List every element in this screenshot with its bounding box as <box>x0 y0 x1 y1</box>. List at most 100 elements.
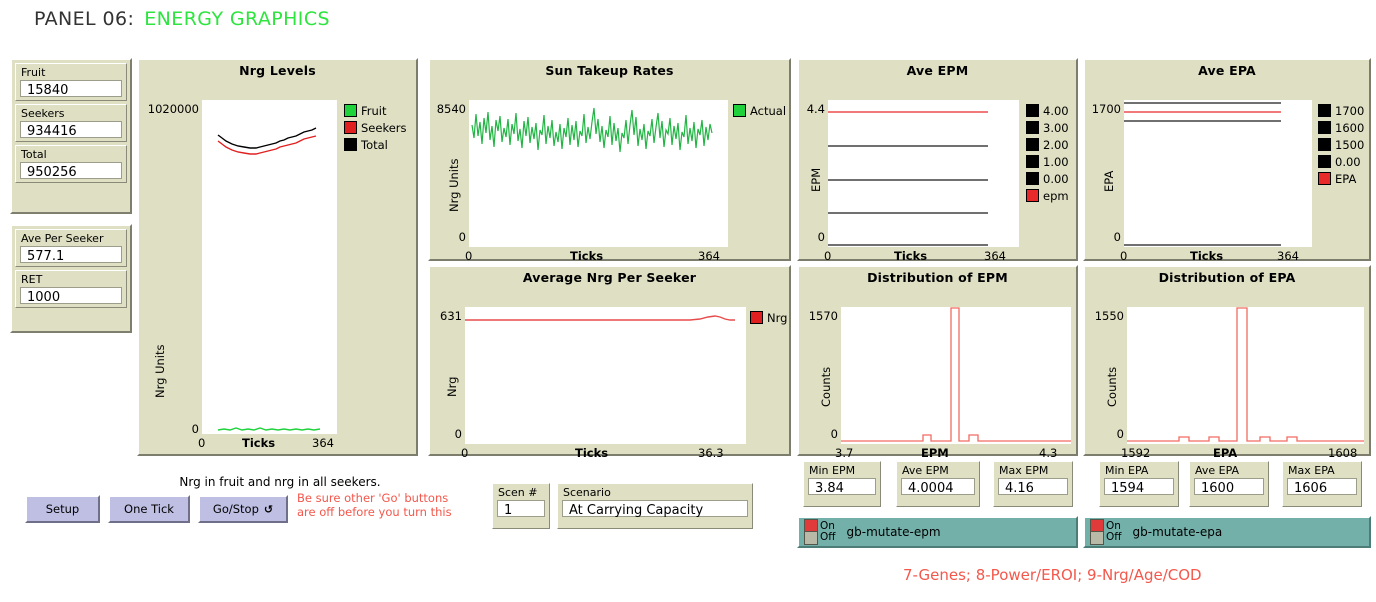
monitor-ave-per-seeker[interactable]: Ave Per Seeker 577.1 <box>15 229 127 267</box>
monitor-total[interactable]: Total 950256 <box>15 145 127 183</box>
monitor-max-epa[interactable]: Max EPA 1606 <box>1282 461 1362 507</box>
plot-nrg-levels[interactable]: Nrg Levels 1020000 0 Nrg Units Fruit See… <box>137 58 418 456</box>
monitor-ave-epa-label: Ave EPA <box>1195 464 1240 477</box>
plot-sun-takeup-title: Sun Takeup Rates <box>545 63 674 78</box>
monitor-total-value: 950256 <box>20 162 122 180</box>
plot-avg-nrg-ymin: 0 <box>454 427 462 441</box>
plot-sun-takeup-ymax: 8540 <box>436 102 466 116</box>
plot-ave-epm-title: Ave EPM <box>906 63 969 78</box>
legend-label: 1600 <box>1335 120 1365 135</box>
monitor-ave-epm[interactable]: Ave EPM 4.0004 <box>896 461 980 507</box>
legend-swatch-icon <box>1026 121 1039 134</box>
plot-sun-takeup-xmin: 0 <box>465 249 473 263</box>
switch-knob-icon[interactable] <box>804 519 818 545</box>
go-warning-line2: are off before you turn this <box>297 504 452 519</box>
plot-dist-epa-xmin: 1592 <box>1121 446 1151 460</box>
monitor-max-epm[interactable]: Max EPM 4.16 <box>993 461 1073 507</box>
legend-label: Total <box>361 137 388 152</box>
plot-nrg-levels-canvas <box>202 100 337 434</box>
switch-onoff-labels: On Off <box>820 520 836 544</box>
monitor-seekers-label: Seekers <box>21 107 65 120</box>
legend-label: Nrg <box>767 310 788 325</box>
page-title-accent: ENERGY GRAPHICS <box>144 8 330 30</box>
monitor-seekers[interactable]: Seekers 934416 <box>15 104 127 142</box>
plot-sun-takeup-ylabel: Nrg Units <box>447 158 461 213</box>
legend-item: Total <box>344 136 407 153</box>
monitor-ave-epa-value: 1600 <box>1194 478 1264 496</box>
monitor-ret-label: RET <box>21 273 43 286</box>
monitor-ave-per-seeker-value: 577.1 <box>20 246 122 264</box>
monitor-max-epa-label: Max EPA <box>1288 464 1335 477</box>
plot-avg-nrg-xmin: 0 <box>461 446 469 460</box>
legend-swatch-icon <box>1318 138 1331 151</box>
legend-label: Fruit <box>361 103 387 118</box>
monitor-seekers-value: 934416 <box>20 121 122 139</box>
legend-swatch-icon <box>750 311 763 324</box>
scenario-value: At Carrying Capacity <box>562 500 748 518</box>
switch-gb-mutate-epm[interactable]: On Off gb-mutate-epm <box>797 516 1078 548</box>
monitor-ave-epm-value: 4.0004 <box>901 478 975 496</box>
legend-item: 0.00 <box>1026 170 1069 187</box>
switch-knob-icon[interactable] <box>1090 519 1104 545</box>
plot-average-nrg-per-seeker[interactable]: Average Nrg Per Seeker 631 0 Nrg Nrg 0 T… <box>428 265 791 460</box>
plot-ave-epa-ymin: 0 <box>1113 230 1121 244</box>
legend-swatch-icon <box>1026 172 1039 185</box>
monitor-fruit-label: Fruit <box>21 66 46 79</box>
plot-sun-takeup-rates[interactable]: Sun Takeup Rates 8540 0 Nrg Units Actual… <box>428 58 791 263</box>
monitor-total-label: Total <box>21 148 47 161</box>
legend-swatch-icon <box>1026 138 1039 151</box>
go-stop-button[interactable]: Go/Stop ↺ <box>198 495 288 523</box>
monitor-fruit[interactable]: Fruit 15840 <box>15 63 127 101</box>
plot-avg-nrg-ymax: 631 <box>440 309 462 323</box>
monitor-ret[interactable]: RET 1000 <box>15 270 127 308</box>
monitor-max-epa-value: 1606 <box>1287 478 1357 496</box>
legend-swatch-icon <box>1026 104 1039 117</box>
one-tick-button-label: One Tick <box>124 502 174 516</box>
monitor-fruit-value: 15840 <box>20 80 122 98</box>
switch-name: gb-mutate-epa <box>1132 525 1223 539</box>
plot-ave-epa[interactable]: Ave EPA 1700 0 EPA 1700 1600 1500 0.00 E… <box>1083 58 1371 263</box>
plot-ave-epm[interactable]: Ave EPM 4.4 0 EPM 4.00 3.00 2.00 1.00 0.… <box>797 58 1078 263</box>
legend-item: Actual <box>733 102 786 119</box>
plot-ave-epa-title: Ave EPA <box>1198 63 1256 78</box>
legend-swatch-icon <box>1026 189 1039 202</box>
plot-ave-epa-xmax: 364 <box>1277 249 1299 263</box>
legend-label: epm <box>1043 188 1069 203</box>
legend-label: 2.00 <box>1043 137 1069 152</box>
legend-swatch-icon <box>1318 172 1331 185</box>
one-tick-button[interactable]: One Tick <box>108 495 190 523</box>
switch-gb-mutate-epa[interactable]: On Off gb-mutate-epa <box>1083 516 1371 548</box>
monitor-scen-num[interactable]: Scen # 1 <box>492 483 550 529</box>
monitor-ave-per-seeker-label: Ave Per Seeker <box>21 232 104 245</box>
legend-label: 1700 <box>1335 103 1365 118</box>
plot-dist-epa-ymax: 1550 <box>1094 309 1124 323</box>
legend-label: EPA <box>1335 171 1357 186</box>
plot-ave-epa-ylabel: EPA <box>1102 170 1116 192</box>
monitor-min-epm[interactable]: Min EPM 3.84 <box>803 461 881 507</box>
plot-distribution-epm[interactable]: Distribution of EPM 1570 0 Counts 3.7 EP… <box>797 265 1078 460</box>
plot-ave-epm-legend: 4.00 3.00 2.00 1.00 0.00 epm <box>1026 102 1069 204</box>
plot-nrg-levels-xmax: 364 <box>312 436 334 450</box>
monitor-scenario[interactable]: Scenario At Carrying Capacity <box>557 483 753 529</box>
monitor-ave-epa[interactable]: Ave EPA 1600 <box>1189 461 1269 507</box>
legend-swatch-icon <box>344 104 357 117</box>
plot-avg-nrg-title: Average Nrg Per Seeker <box>522 270 697 285</box>
legend-label: 0.00 <box>1335 154 1361 169</box>
plot-ave-epa-ymax: 1700 <box>1091 102 1121 116</box>
plot-nrg-levels-xmin: 0 <box>198 436 206 450</box>
go-stop-button-label: Go/Stop <box>212 502 259 516</box>
legend-label: 0.00 <box>1043 171 1069 186</box>
scen-num-label: Scen # <box>498 486 538 499</box>
switch-onoff-labels: On Off <box>1106 520 1122 544</box>
setup-button[interactable]: Setup <box>25 495 100 523</box>
plot-distribution-epa[interactable]: Distribution of EPA 1550 0 Counts 1592 E… <box>1083 265 1371 460</box>
plot-dist-epa-ylabel: Counts <box>1105 366 1119 407</box>
plot-ave-epa-xmin: 0 <box>1120 249 1128 263</box>
plot-avg-nrg-canvas <box>465 307 746 444</box>
plot-avg-nrg-ylabel: Nrg <box>445 376 459 397</box>
monitor-min-epa[interactable]: Min EPA 1594 <box>1099 461 1179 507</box>
plot-ave-epa-xlabel: Ticks <box>1190 249 1224 263</box>
scen-num-value: 1 <box>497 500 545 518</box>
plot-caption: Nrg in fruit and nrg in all seekers. <box>179 475 381 489</box>
plot-dist-epm-xmin: 3.7 <box>835 446 854 460</box>
